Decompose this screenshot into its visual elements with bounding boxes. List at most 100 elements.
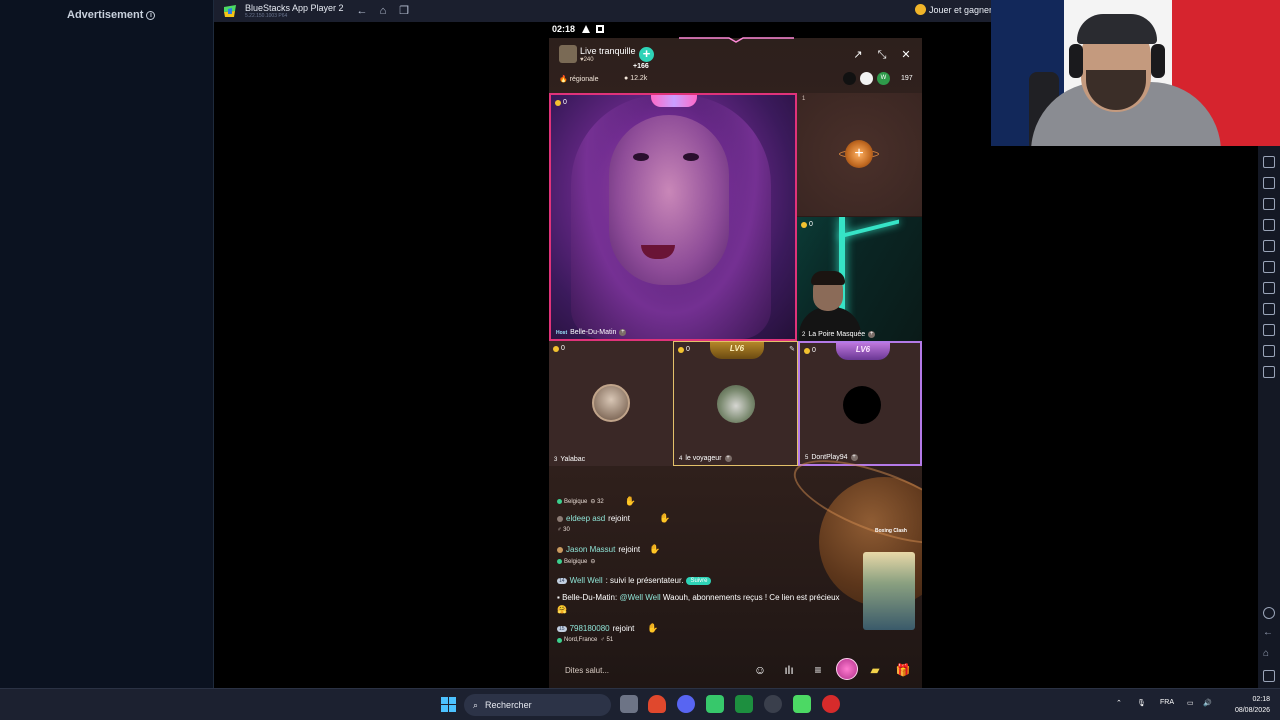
close-icon[interactable]: ✕	[899, 48, 913, 62]
audio-level-icon[interactable]: ılı	[781, 662, 797, 678]
seat-name[interactable]: 4 le voyageur +	[679, 455, 732, 462]
viewer-count[interactable]: 197	[901, 75, 913, 82]
share-icon[interactable]: ↗	[851, 48, 865, 62]
play-and-earn-button[interactable]: Jouer et gagner	[914, 4, 992, 15]
location-pill: Belgique	[557, 499, 587, 505]
discord-icon[interactable]	[677, 695, 695, 713]
message-input[interactable]: Dites salut...	[565, 666, 609, 675]
language-indicator[interactable]: FRA	[1160, 699, 1174, 706]
follow-seat-button[interactable]: +	[724, 455, 732, 462]
taskbar-clock[interactable]: 02:18 08/08/2026	[1222, 694, 1270, 716]
microphone-icon[interactable]: 🎙	[1137, 699, 1146, 707]
chat-username[interactable]: Well Well	[570, 576, 603, 585]
multi-window-icon[interactable]: ❐	[397, 4, 411, 18]
bluestacks-sidebar: ← ⌂	[1258, 146, 1280, 688]
gift-icon[interactable]: 🎁	[895, 662, 911, 678]
follow-seat-button[interactable]: +	[850, 454, 858, 461]
avatar[interactable]	[843, 386, 881, 424]
avatar[interactable]	[592, 384, 630, 422]
region-ranking[interactable]: 🔥 régionale	[559, 75, 598, 83]
home-icon[interactable]: ⌂	[1263, 649, 1275, 661]
settings-icon[interactable]	[1263, 607, 1275, 619]
sidebar-tool-icon[interactable]	[1263, 282, 1275, 294]
recent-apps-icon[interactable]	[1263, 670, 1275, 682]
wave-icon[interactable]: ✋	[625, 496, 636, 507]
coin-icon	[804, 347, 810, 354]
info-icon[interactable]: i	[146, 10, 156, 20]
wave-icon[interactable]: ✋	[659, 513, 670, 524]
app-icon[interactable]	[706, 695, 724, 713]
guest-seat[interactable]: LV6 0 ✎ 4 le voyageur +	[673, 341, 798, 466]
sidebar-tool-icon[interactable]	[1263, 177, 1275, 189]
chat-action: rejoint	[608, 514, 630, 523]
file-explorer-icon[interactable]	[620, 695, 638, 713]
sidebar-tool-icon[interactable]	[1263, 261, 1275, 273]
empty-seat[interactable]: 1 +	[797, 93, 922, 217]
chat-username[interactable]: eldeep asd	[566, 514, 605, 523]
android-screen: 02:18 Live tranquille ♥240 + +166 🔥 régi…	[549, 22, 922, 688]
host-tag: Host	[556, 329, 568, 336]
boxing-clash-banner[interactable]: Boxing Clash	[875, 528, 907, 534]
join-seat-icon[interactable]: +	[845, 140, 873, 168]
sidebar-tool-icon[interactable]	[1263, 324, 1275, 336]
minimize-icon[interactable]: ⤡	[875, 48, 889, 62]
room-coins[interactable]: ● 12.2k	[624, 75, 647, 82]
sidebar-tool-icon[interactable]	[1263, 366, 1275, 378]
bluestacks-taskbar-icon[interactable]	[793, 695, 811, 713]
wave-icon[interactable]: ✋	[647, 623, 658, 634]
seat-name[interactable]: 3 Yalabac	[554, 456, 585, 463]
seat-coins: 0	[801, 221, 813, 228]
taskbar-search[interactable]: ⌕ Rechercher	[464, 694, 611, 716]
app-icon[interactable]	[764, 695, 782, 713]
tray-chevron-icon[interactable]: ⌃	[1116, 699, 1122, 707]
seat-name[interactable]: Host Belle-Du-Matin +	[556, 329, 627, 336]
seat-number: 4	[679, 455, 683, 462]
level-badge: 14	[557, 577, 567, 584]
volume-icon[interactable]: 🔊	[1203, 699, 1212, 707]
windows-start-icon[interactable]	[441, 697, 456, 712]
viewer-avatar[interactable]	[860, 72, 873, 85]
sidebar-tool-icon[interactable]	[1263, 198, 1275, 210]
follow-seat-button[interactable]: +	[868, 331, 876, 338]
sidebar-tool-icon[interactable]	[1263, 303, 1275, 315]
host-seat[interactable]: 0 Host Belle-Du-Matin +	[549, 93, 797, 341]
back-arrow-icon[interactable]: ←	[355, 4, 369, 18]
brave-browser-icon[interactable]	[648, 695, 666, 713]
event-banner[interactable]	[863, 552, 915, 630]
follow-seat-button[interactable]: +	[619, 329, 627, 336]
seat-coins: 0	[553, 345, 565, 352]
sidebar-tool-icon[interactable]	[1263, 345, 1275, 357]
sidebar-tool-icon[interactable]	[1263, 240, 1275, 252]
sidebar-tool-icon[interactable]	[1263, 156, 1275, 168]
network-icon[interactable]: ▭	[1187, 699, 1194, 707]
host-video-eye	[683, 153, 699, 161]
follow-button[interactable]: +	[639, 47, 654, 62]
follow-back-button[interactable]: Suivre	[686, 576, 712, 585]
sidebar-tool-icon[interactable]	[1263, 219, 1275, 231]
chat-mention[interactable]: @Well Well	[619, 593, 660, 602]
home-icon[interactable]: ⌂	[376, 4, 390, 18]
menu-icon[interactable]: ≡	[810, 662, 826, 678]
viewer-avatar[interactable]	[843, 72, 856, 85]
seat-name[interactable]: 2 La Poire Masquée +	[802, 331, 876, 338]
chat-username[interactable]: Jason Massut	[566, 545, 615, 554]
sticker-icon[interactable]: ▰	[867, 662, 883, 678]
seat-username: Yalabac	[560, 456, 586, 463]
gift-game-icon[interactable]	[836, 658, 858, 680]
chat-username[interactable]: 798180080	[570, 624, 610, 633]
host-avatar[interactable]	[559, 45, 577, 63]
emoji-icon[interactable]: ☺	[752, 662, 768, 678]
guest-seat[interactable]: 0 3 Yalabac	[549, 341, 673, 466]
app-icon[interactable]	[735, 695, 753, 713]
chat-username[interactable]: Belle-Du-Matin:	[562, 593, 617, 602]
guest-seat[interactable]: LV6 0 5 DontPlay94 +	[798, 341, 922, 466]
wave-icon[interactable]: ✋	[649, 544, 660, 555]
guest-seat[interactable]: 0 2 La Poire Masquée +	[797, 217, 922, 341]
avatar[interactable]	[717, 385, 755, 423]
back-icon[interactable]: ←	[1263, 628, 1275, 640]
media-player-icon[interactable]	[822, 695, 840, 713]
location-pin-icon	[557, 499, 562, 504]
coin-icon	[555, 99, 561, 106]
viewer-avatar[interactable]: W	[877, 72, 890, 85]
level-badge: LV6	[710, 342, 764, 359]
